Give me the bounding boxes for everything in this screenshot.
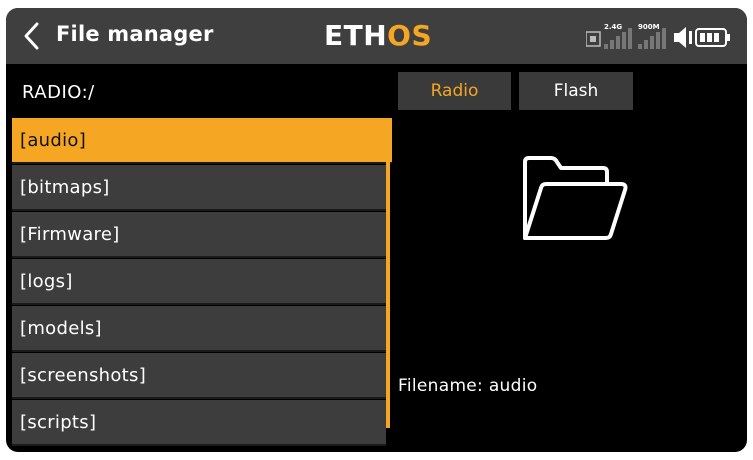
back-button[interactable]: [14, 16, 50, 56]
top-bar: File manager ETHOS 2.4G 900M: [6, 8, 747, 64]
file-item-logs[interactable]: [logs]: [12, 259, 386, 305]
ethos-logo: ETHOS: [324, 18, 432, 54]
tab-flash[interactable]: Flash: [519, 72, 633, 110]
chevron-left-icon: [24, 22, 39, 50]
speaker-icon: [674, 27, 692, 48]
status-indicators: 2.4G 900M: [586, 23, 730, 49]
file-item-scripts[interactable]: [scripts]: [12, 400, 386, 446]
list-scrollbar[interactable]: [386, 118, 390, 428]
file-item-audio[interactable]: [audio]: [12, 118, 392, 164]
filename-value: audio: [488, 376, 538, 396]
file-item-models[interactable]: [models]: [12, 306, 386, 352]
battery-icon: [695, 28, 730, 47]
signal-24-label: 2.4G: [604, 23, 622, 31]
file-list: [audio] [bitmaps] [Firmware] [logs] [mod…: [12, 118, 392, 452]
page-title: File manager: [56, 22, 214, 46]
file-item-screenshots[interactable]: [screenshots]: [12, 353, 386, 399]
logo-text-main: ETH: [324, 19, 388, 52]
signal-900-icon: [638, 28, 666, 49]
filename-info: Filename: audio: [398, 376, 537, 396]
signal-24-icon: [604, 28, 632, 49]
file-item-bitmaps[interactable]: [bitmaps]: [12, 165, 386, 211]
file-item-firmware[interactable]: [Firmware]: [12, 212, 386, 258]
tab-radio[interactable]: Radio: [398, 72, 511, 110]
folder-open-icon: [523, 156, 628, 240]
logo-text-accent: OS: [387, 19, 433, 52]
filename-label: Filename:: [398, 376, 484, 396]
signal-900-label: 900M: [638, 23, 660, 31]
current-path: RADIO:/: [22, 82, 95, 103]
screen: File manager ETHOS 2.4G 900M RADIO:/ [au…: [6, 8, 747, 452]
